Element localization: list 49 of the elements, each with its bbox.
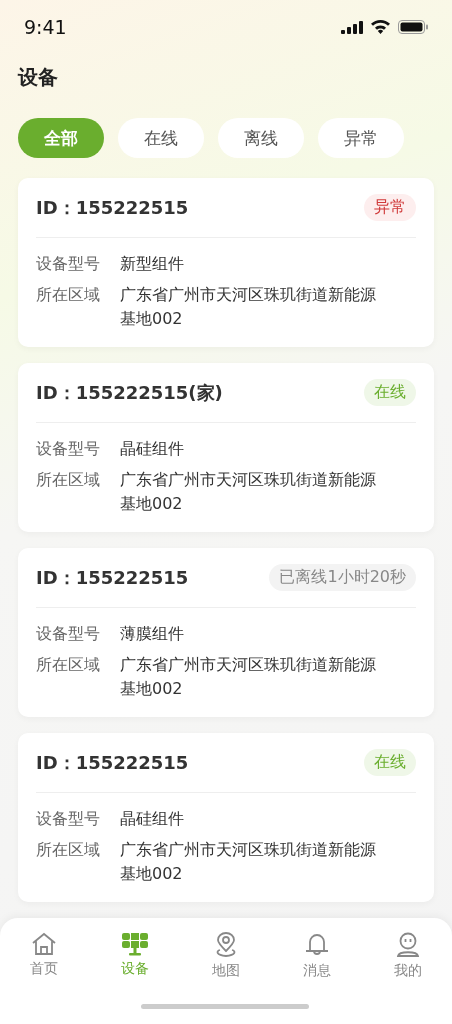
status-badge: 已离线1小时20秒 xyxy=(269,564,416,591)
field-label: 设备型号 xyxy=(36,623,101,645)
field-label: 设备型号 xyxy=(36,808,101,830)
field-value: 新型组件 xyxy=(120,253,185,275)
tab-label: 消息 xyxy=(303,962,331,980)
bell-icon xyxy=(304,932,330,958)
filter-tab[interactable]: 离线 xyxy=(218,118,304,158)
battery-icon xyxy=(398,20,428,34)
status-badge: 在线 xyxy=(364,749,416,776)
field-value: 广东省广州市天河区珠玑街道新能源基地002 xyxy=(120,284,376,330)
status-time: 9:41 xyxy=(24,16,67,38)
status-badge: 在线 xyxy=(364,379,416,406)
field-label: 设备型号 xyxy=(36,253,101,275)
field-value: 晶硅组件 xyxy=(120,808,185,830)
status-badge: 异常 xyxy=(364,194,416,221)
device-id: ID：155222515 xyxy=(36,750,189,775)
filter-tab[interactable]: 异常 xyxy=(318,118,404,158)
device-id: ID：155222515(家) xyxy=(36,380,223,405)
user-icon xyxy=(395,932,421,958)
field-label: 所在区域 xyxy=(36,284,101,306)
field-label: 所在区域 xyxy=(36,469,101,491)
field-value: 晶硅组件 xyxy=(120,438,185,460)
home-icon xyxy=(31,932,57,956)
nav-tab[interactable]: 首页 xyxy=(18,932,70,984)
tab-label: 地图 xyxy=(212,962,240,980)
wifi-icon xyxy=(371,20,390,34)
nav-tab[interactable]: 消息 xyxy=(291,932,343,984)
filter-tab[interactable]: 在线 xyxy=(118,118,204,158)
signal-icon xyxy=(341,20,363,34)
field-label: 所在区域 xyxy=(36,654,101,676)
field-value: 薄膜组件 xyxy=(120,623,185,645)
tab-label: 设备 xyxy=(121,960,149,978)
field-value: 广东省广州市天河区珠玑街道新能源基地002 xyxy=(120,469,376,515)
field-label: 所在区域 xyxy=(36,839,101,861)
device-id: ID：155222515 xyxy=(36,565,189,590)
device-id: ID：155222515 xyxy=(36,195,189,220)
device-card[interactable]: ID：155222515 异常 设备型号 新型组件 所在区域 广东省广州市天河区珠玑街道新能源基地002 xyxy=(18,178,434,347)
device-card[interactable]: ID：155222515 在线 设备型号 晶硅组件 所在区域 广东省广州市天河区珠玑街道新能源基地002 xyxy=(18,733,434,902)
device-card[interactable]: ID：155222515 已离线1小时20秒 设备型号 薄膜组件 所在区域 广东省广州市天河区珠玑街道新能源基地002 xyxy=(18,548,434,717)
solar-panel-icon xyxy=(121,932,149,956)
tab-label: 我的 xyxy=(394,962,422,980)
page-title: 设备 xyxy=(16,64,59,91)
field-value: 广东省广州市天河区珠玑街道新能源基地002 xyxy=(120,839,376,885)
device-card[interactable]: ID：155222515(家) 在线 设备型号 晶硅组件 所在区域 广东省广州市天河区珠玑街道新能源基地002 xyxy=(18,363,434,532)
field-label: 设备型号 xyxy=(36,438,101,460)
field-value: 广东省广州市天河区珠玑街道新能源基地002 xyxy=(120,654,376,700)
nav-tab[interactable]: 地图 xyxy=(200,932,252,984)
nav-tab[interactable]: 我的 xyxy=(382,932,434,984)
tab-label: 首页 xyxy=(30,960,58,978)
